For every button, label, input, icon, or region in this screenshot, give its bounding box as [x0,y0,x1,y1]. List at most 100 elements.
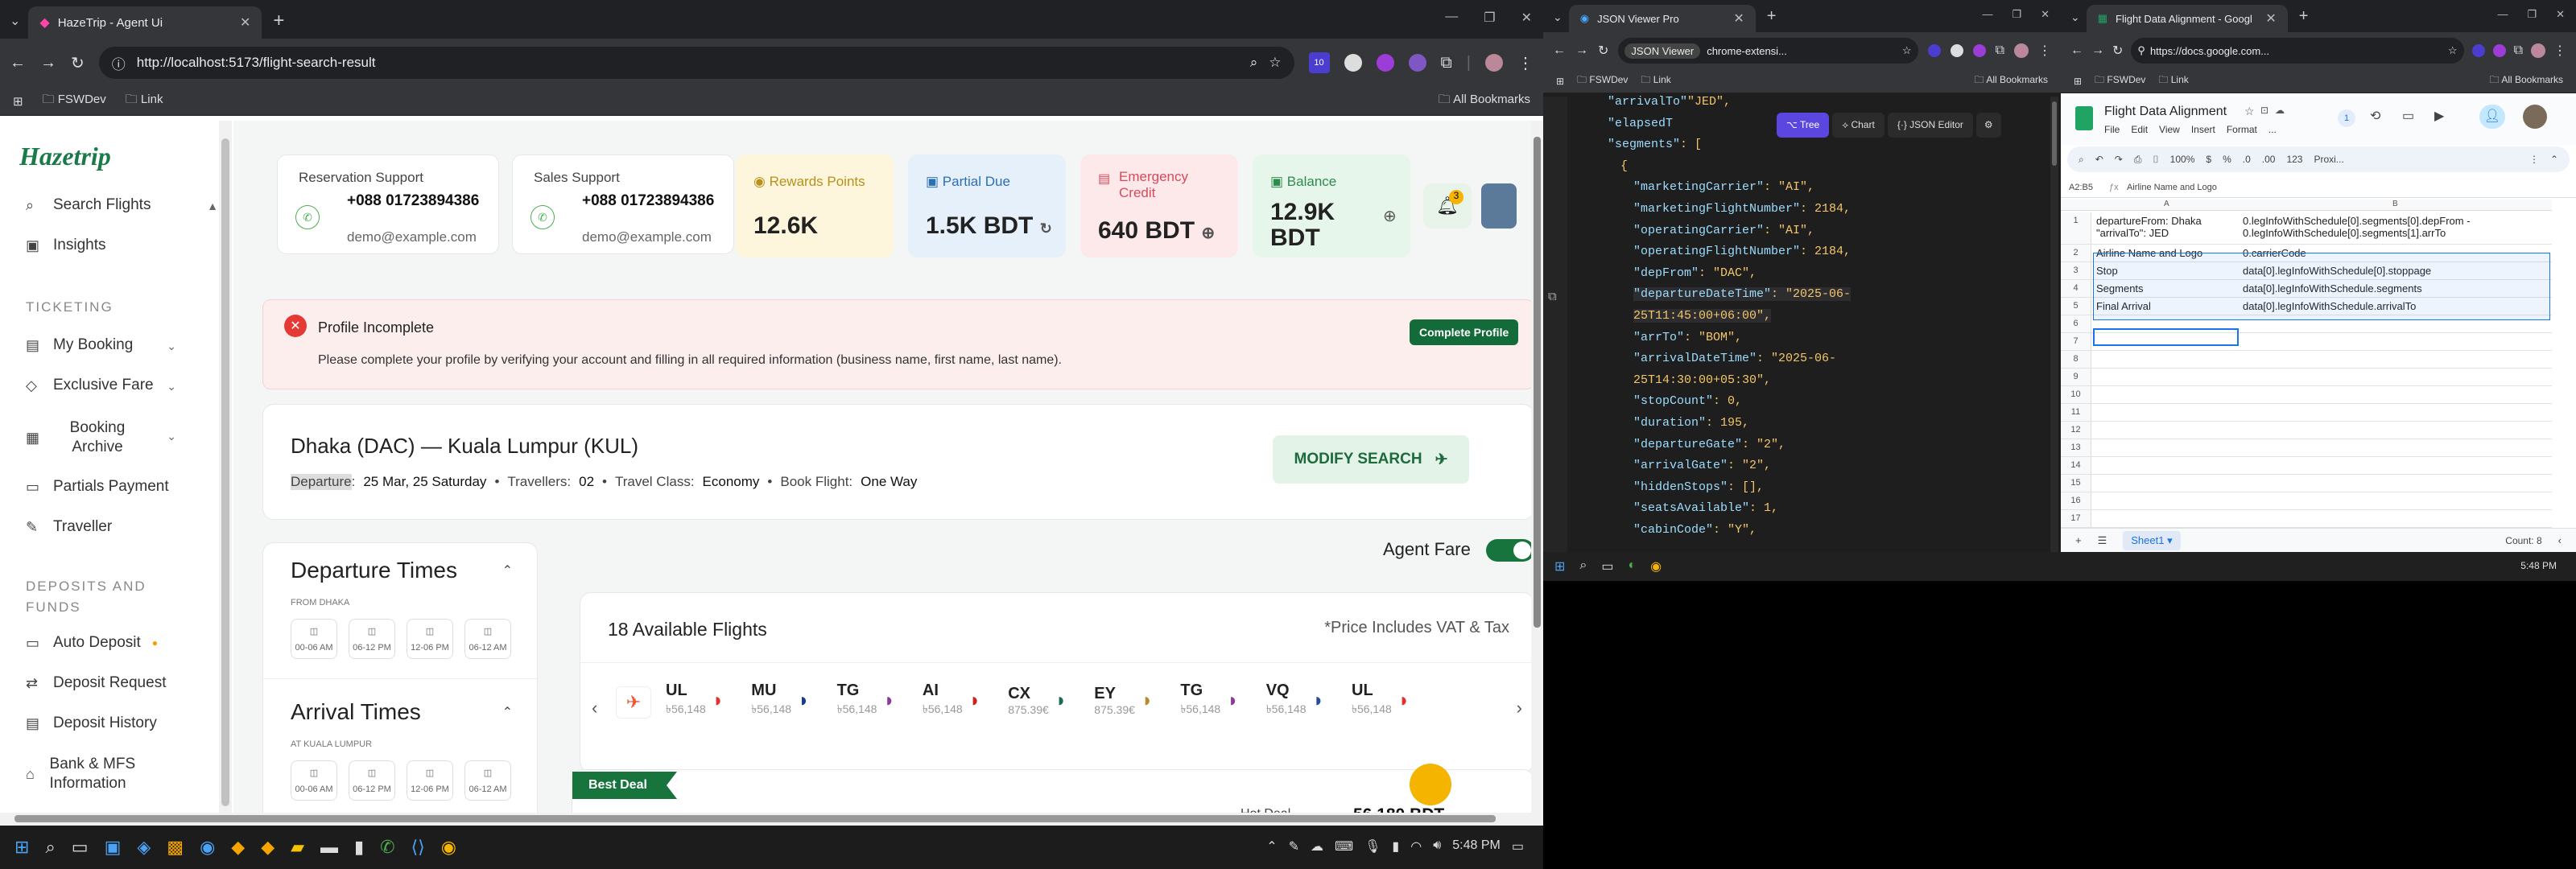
maximize-icon[interactable]: ❐ [2012,8,2021,21]
zoom-icon[interactable]: ⌕ [1250,55,1258,71]
app-icon[interactable]: ▣ [105,837,122,858]
new-tab-button[interactable]: + [2299,7,2309,26]
puzzle-icon[interactable]: ⧉ [2514,43,2523,58]
menu-item[interactable]: Insert [2191,124,2215,135]
json-line[interactable]: "depFrom": "DAC", [1633,266,1757,280]
json-line[interactable]: "duration": 195, [1633,416,1749,430]
tab-json-viewer[interactable]: ◉ JSON Viewer Pro ✕ [1568,5,1756,32]
time-slot[interactable]: ◫ 12-06 PM [407,760,453,801]
json-line[interactable]: "arrivalDateTime": "2025-06- [1633,352,1836,365]
chrome-icon[interactable]: ◉ [1650,558,1662,575]
paint-format-icon[interactable]: ⌷ [2153,154,2158,166]
app-icon[interactable]: ◐ [1629,558,1637,575]
windows-start-icon[interactable]: ⊞ [14,837,29,858]
bookmark-link[interactable]: 🗀 Link [1641,72,1670,89]
undo-icon[interactable]: ↶ [2095,154,2103,165]
app-icon[interactable]: ◆ [261,837,275,858]
forward-icon[interactable]: → [2091,43,2104,58]
all-bookmarks[interactable]: 🗀 All Bookmarks [1975,72,2048,89]
menu-item[interactable]: Format [2227,124,2257,135]
phone-icon[interactable]: ✆ [530,205,555,229]
json-line[interactable]: "cabinCode": "Y", [1633,523,1757,537]
chevron-up-icon[interactable]: ⌃ [1266,838,1277,855]
sidebar-item-deposit-request[interactable]: ⇄ Deposit Request [26,674,166,692]
app-icon[interactable]: ◈ [137,837,151,858]
menu-icon[interactable]: ⋮ [1517,53,1534,73]
collapse-icon[interactable]: ⌃ [2550,154,2558,165]
menu-item[interactable]: ... [2268,124,2277,135]
extension-icon[interactable] [2492,44,2506,57]
chevron-down-icon[interactable]: ⌄ [167,380,176,393]
row-number[interactable]: 9 [2061,369,2091,385]
bookmark-star-icon[interactable]: ☆ [1269,55,1281,71]
refresh-icon[interactable]: ↻ [1040,220,1052,237]
row-number[interactable]: 1 [2061,212,2091,244]
pen-icon[interactable]: ✎ [1289,838,1299,855]
cloud-icon[interactable]: ☁ [1311,838,1323,855]
airline-filter-item[interactable]: TG ৳56,148 ◗ [1180,682,1238,719]
menu-item[interactable]: Edit [2131,124,2148,135]
airline-logo-plane-icon[interactable]: ✈ [616,686,651,719]
chevron-left-icon[interactable]: ‹ [592,698,597,719]
terminal-icon[interactable]: ▬ [320,837,338,858]
row-number[interactable]: 10 [2061,386,2091,403]
user-avatar[interactable] [1481,183,1517,229]
airline-filter-item[interactable]: MU ৳56,148 ◗ [751,682,809,719]
search-icon[interactable]: ⌕ [1579,558,1587,575]
close-tab-icon[interactable]: ✕ [1733,10,1744,27]
json-line[interactable]: "marketingFlightNumber": 2184, [1633,202,1851,216]
notification-bell-button[interactable]: 🔔︎ 3 [1423,183,1472,229]
row-number[interactable]: 8 [2061,351,2091,368]
formula-input[interactable]: Airline Name and Logo [2127,183,2217,192]
mic-icon[interactable]: 🎙︎ [1364,838,1381,855]
keyboard-icon[interactable]: ⌨ [1335,838,1353,855]
row-number[interactable]: 11 [2061,404,2091,421]
chevron-up-icon[interactable]: ⌃ [502,704,513,720]
tree-button[interactable]: ⌥ Tree [1777,113,1830,138]
site-info-icon[interactable]: ⚲ [2137,44,2145,57]
address-bar[interactable]: JSON Viewer chrome-extensi... ☆ [1618,38,1918,64]
puzzle-icon[interactable]: ⧉ [1441,54,1452,72]
json-line[interactable]: "hiddenStops": [], [1633,480,1764,494]
window-close-icon[interactable]: ✕ [2041,8,2050,21]
hazetrip-logo[interactable]: Hazetrip [19,142,111,171]
sidebar-item-booking-archive[interactable]: ▦ Booking Archive [26,418,163,457]
font-select[interactable]: Proxi... [2314,154,2343,165]
profile-avatar[interactable] [2014,43,2029,58]
bookmark-fswdev[interactable]: 🗀 FSWDev [43,91,106,111]
history-icon[interactable]: ⟲ [2370,108,2380,124]
maximize-icon[interactable]: ❐ [2527,8,2537,21]
sheet-tab[interactable]: Sheet1 ▾ [2123,530,2181,550]
chevron-down-icon[interactable]: ⌄ [167,340,176,353]
redo-icon[interactable]: ↷ [2115,154,2123,165]
json-scrollbar[interactable] [2050,97,2058,552]
reload-icon[interactable]: ↻ [71,53,85,73]
time-slot[interactable]: ◫ 06-12 AM [464,760,511,801]
json-line[interactable]: "departureDateTime": "2025-06- [1633,287,1852,302]
settings-gear-icon[interactable]: ⚙ [1975,113,2001,138]
forward-icon[interactable]: → [1575,43,1588,58]
chart-button[interactable]: ⟡ Chart [1832,113,1885,138]
airline-filter-item[interactable]: AI ৳56,148 ◗ [923,682,980,719]
reload-icon[interactable]: ↻ [1598,43,1608,59]
volume-icon[interactable]: 🔊︎ [1433,838,1441,855]
airline-filter-item[interactable]: TG ৳56,148 ◗ [837,682,895,719]
json-line[interactable]: "marketingCarrier": "AI", [1633,180,1814,194]
time-slot[interactable]: ◫ 06-12 PM [349,619,395,659]
tab-search-icon[interactable]: ⌄ [2070,10,2080,24]
json-line[interactable]: 25T14:30:00+05:30", [1633,373,1771,387]
json-line[interactable]: 25T11:45:00+06:00", [1633,309,1772,323]
json-line[interactable]: "arrivalGate": "2", [1633,459,1771,472]
sidebar-item-insights[interactable]: ▣ Insights [26,237,105,254]
json-line[interactable]: "elapsedT [1608,117,1673,130]
tab-sheets[interactable]: ▦ Flight Data Alignment - Googl ✕ [2086,5,2288,32]
json-line[interactable]: "stopCount": 0, [1633,394,1742,408]
row-number[interactable]: 5 [2061,298,2091,315]
account-avatar[interactable] [2523,105,2547,129]
notifications-icon[interactable]: ▭ [1512,838,1524,855]
chevron-down-icon[interactable]: ⌄ [167,430,176,443]
profile-avatar[interactable] [1485,54,1503,72]
collaborator-avatar[interactable]: 1 [2338,109,2355,127]
json-line[interactable]: "seatsAvailable": 1, [1633,501,1778,515]
sidebar-scrollbar[interactable] [219,121,232,821]
